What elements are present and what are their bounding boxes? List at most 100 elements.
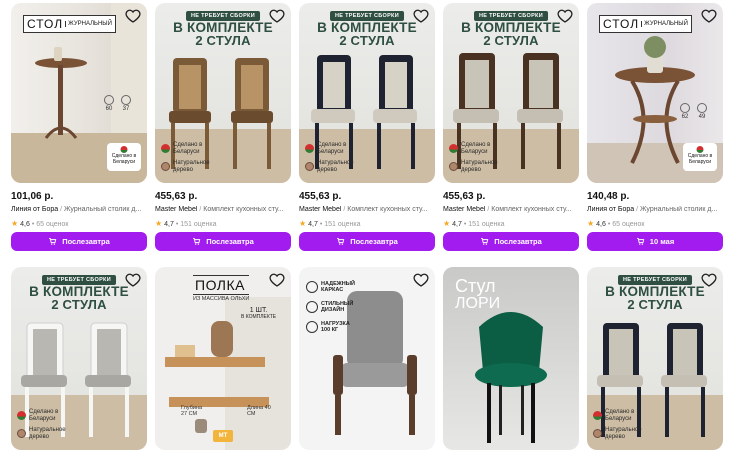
set-banner: В КОМПЛЕКТЕ 2 СТУЛА (461, 20, 561, 48)
weight-icon (306, 321, 318, 333)
product-image[interactable]: НЕ ТРЕБУЕТ СБОРКИ В КОМПЛЕКТЕ 2 СТУЛА Сде… (11, 267, 147, 450)
star-icon: ★ (11, 219, 19, 228)
set-banner: В КОМПЛЕКТЕ 2 СТУЛА (605, 284, 705, 312)
product-image[interactable]: СТОЛ ЖУРНАЛЬНЫЙ 60 37 Сделано в Беларуси (11, 3, 147, 183)
feature-load: НАГРУЗКА 100 КГ (306, 321, 355, 333)
product-card[interactable]: НЕ ТРЕБУЕТ СБОРКИ В КОМПЛЕКТЕ 2 СТУЛА Сде… (299, 3, 435, 251)
favorite-icon[interactable] (125, 8, 141, 24)
title-small: ЖУРНАЛЬНЫЙ (65, 21, 112, 27)
product-description[interactable]: Линия от Бора / Журнальный столик д... (11, 206, 147, 213)
seller-name: Линия от Бора (11, 206, 59, 213)
product-description[interactable]: Master Mebel / Комплект кухонных сту... (299, 206, 435, 213)
product-card[interactable]: СТОЛ ЖУРНАЛЬНЫЙ 62 49 Сделано в Беларуси… (587, 3, 723, 251)
height-dim: 60 (102, 95, 116, 112)
belarus-flag-icon (696, 146, 704, 153)
product-card[interactable]: НЕ ТРЕБУЕТ СБОРКИ В КОМПЛЕКТЕ 2 СТУЛА Сде… (587, 267, 723, 450)
add-to-cart-button[interactable]: Послезавтра (11, 232, 147, 251)
seller-name: Master Mebel (443, 206, 486, 213)
price: 455,63 р. (443, 191, 486, 202)
cart-icon (193, 238, 201, 245)
diameter-icon (697, 103, 707, 113)
add-to-cart-button[interactable]: 10 мая (587, 232, 723, 251)
shelf-title: ПОЛКА ИЗ МАССИВА ОЛЬХИ (193, 275, 250, 302)
made-in-label: Сделано в Беларуси (161, 142, 207, 155)
design-icon (306, 301, 318, 313)
favorite-icon[interactable] (701, 8, 717, 24)
product-title: Комплект кухонных сту... (347, 206, 428, 213)
rating: ★ 4,7 • 151 оценка (299, 219, 361, 228)
favorite-icon[interactable] (413, 272, 429, 288)
star-icon: ★ (155, 219, 163, 228)
favorite-icon[interactable] (269, 272, 285, 288)
made-in-label: Сделано в Беларуси (17, 409, 63, 422)
product-card[interactable]: ПОЛКА ИЗ МАССИВА ОЛЬХИ 1 ШТ. В КОМПЛЕКТЕ … (155, 267, 291, 450)
product-card[interactable]: Стул ЛОРИ (443, 267, 579, 450)
add-to-cart-button[interactable]: Послезавтра (155, 232, 291, 251)
natural-wood-label: Натуральное дерево (161, 160, 210, 173)
product-title: Журнальный столик д... (640, 206, 718, 213)
wood-icon (305, 162, 314, 171)
seller-name: Master Mebel (155, 206, 198, 213)
made-in-belarus-badge: Сделано в Беларуси (683, 143, 717, 171)
product-image[interactable]: Стул ЛОРИ (443, 267, 579, 450)
depth-label: Глубина 27 СМ (181, 405, 203, 417)
add-to-cart-button[interactable]: Послезавтра (443, 232, 579, 251)
product-description[interactable]: Master Mebel / Комплект кухонных сту... (155, 206, 291, 213)
product-card[interactable]: НАДЕЖНЫЙ КАРКАС СТИЛЬНЫЙ ДИЗАЙН НАГРУЗКА… (299, 267, 435, 450)
product-image[interactable]: НАДЕЖНЫЙ КАРКАС СТИЛЬНЫЙ ДИЗАЙН НАГРУЗКА… (299, 267, 435, 450)
favorite-icon[interactable] (269, 8, 285, 24)
height-dim: 62 (678, 103, 692, 120)
product-image[interactable]: НЕ ТРЕБУЕТ СБОРКИ В КОМПЛЕКТЕ 2 СТУЛА Сде… (155, 3, 291, 183)
product-image[interactable]: СТОЛ ЖУРНАЛЬНЫЙ 62 49 Сделано в Беларуси (587, 3, 723, 183)
rating: ★ 4,6 • 65 оценок (587, 219, 645, 228)
length-label: Длина 40 СМ (247, 405, 271, 417)
product-card[interactable]: НЕ ТРЕБУЕТ СБОРКИ В КОМПЛЕКТЕ 2 СТУЛА Сде… (155, 3, 291, 251)
title-big: СТОЛ (27, 17, 64, 31)
product-image[interactable]: НЕ ТРЕБУЕТ СБОРКИ В КОМПЛЕКТЕ 2 СТУЛА Сде… (299, 3, 435, 183)
product-card[interactable]: НЕ ТРЕБУЕТ СБОРКИ В КОМПЛЕКТЕ 2 СТУЛА Сде… (443, 3, 579, 251)
favorite-icon[interactable] (413, 8, 429, 24)
table-title-badge: СТОЛ ЖУРНАЛЬНЫЙ (23, 15, 116, 33)
diameter-dim: 37 (119, 95, 133, 112)
favorite-icon[interactable] (557, 8, 573, 24)
set-banner: В КОМПЛЕКТЕ 2 СТУЛА (173, 20, 273, 48)
belarus-flag-icon (17, 411, 26, 420)
title-big: СТОЛ (603, 17, 640, 31)
belarus-flag-icon (593, 411, 602, 420)
price: 101,06 р. (11, 191, 54, 202)
height-icon (680, 103, 690, 113)
product-title: Журнальный столик д... (64, 206, 142, 213)
product-image[interactable]: ПОЛКА ИЗ МАССИВА ОЛЬХИ 1 ШТ. В КОМПЛЕКТЕ … (155, 267, 291, 450)
made-in-belarus-badge: Сделано в Беларуси (107, 143, 141, 171)
feature-frame: НАДЕЖНЫЙ КАРКАС (306, 281, 355, 293)
quantity-label: 1 ШТ. В КОМПЛЕКТЕ (241, 307, 277, 320)
product-card[interactable]: СТОЛ ЖУРНАЛЬНЫЙ 60 37 Сделано в Беларуси… (11, 3, 147, 251)
made-in-label: Сделано в Беларуси (593, 409, 639, 422)
brand-logo: МТ (213, 430, 233, 442)
product-description[interactable]: Master Mebel / Комплект кухонных сту... (443, 206, 579, 213)
rating: ★ 4,7 • 151 оценка (443, 219, 505, 228)
frame-icon (306, 281, 318, 293)
favorite-icon[interactable] (125, 272, 141, 288)
price: 455,63 р. (155, 191, 198, 202)
product-card[interactable]: НЕ ТРЕБУЕТ СБОРКИ В КОМПЛЕКТЕ 2 СТУЛА Сде… (11, 267, 147, 450)
made-in-label: Сделано в Беларуси (305, 142, 351, 155)
natural-wood-label: Натуральное дерево (449, 160, 498, 173)
add-to-cart-button[interactable]: Послезавтра (299, 232, 435, 251)
product-image[interactable]: НЕ ТРЕБУЕТ СБОРКИ В КОМПЛЕКТЕ 2 СТУЛА Сде… (587, 267, 723, 450)
star-icon: ★ (587, 219, 595, 228)
dimensions: 60 37 (102, 95, 133, 112)
belarus-flag-icon (161, 144, 170, 153)
star-icon: ★ (299, 219, 307, 228)
seller-name: Линия от Бора (587, 206, 635, 213)
belarus-flag-icon (449, 144, 458, 153)
product-title: Комплект кухонных сту... (203, 206, 284, 213)
product-title: Комплект кухонных сту... (491, 206, 572, 213)
natural-wood-label: Натуральное дерево (593, 427, 642, 440)
product-image[interactable]: НЕ ТРЕБУЕТ СБОРКИ В КОМПЛЕКТЕ 2 СТУЛА Сде… (443, 3, 579, 183)
product-description[interactable]: Линия от Бора / Журнальный столик д... (587, 206, 723, 213)
favorite-icon[interactable] (701, 272, 717, 288)
title-small: ИЗ МАССИВА ОЛЬХИ (193, 296, 250, 302)
wood-icon (449, 162, 458, 171)
rating: ★ 4,6 • 65 оценок (11, 219, 69, 228)
